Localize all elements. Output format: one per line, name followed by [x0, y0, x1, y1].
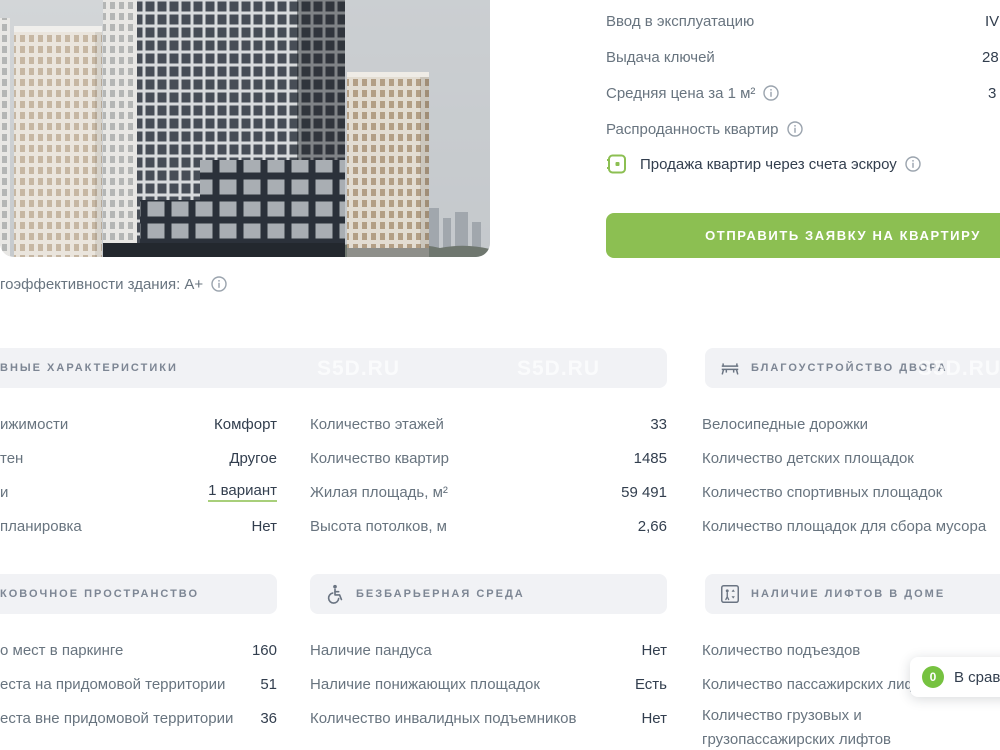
detail-row-commissioning: Ввод в эксплуатацию IV: [606, 10, 1000, 32]
building-page: Ввод в эксплуатацию IV Выдача ключей 28 …: [0, 0, 1000, 750]
row-label: Количество грузовых и грузопассажирских …: [702, 707, 891, 748]
row-label: Количество этажей: [310, 416, 444, 433]
row-label: и: [0, 484, 8, 501]
row-label: Количество инвалидных подъемников: [310, 710, 576, 727]
section-barrier-free: БЕЗБАРЬЕРНАЯ СРЕДА: [310, 574, 667, 614]
row-label: Велосипедные дорожки: [702, 416, 868, 433]
finish-variants-link[interactable]: 1 вариант: [208, 482, 277, 502]
section-title: НАЛИЧИЕ ЛИФТОВ В ДОМЕ: [751, 588, 945, 600]
table-row: Велосипедные дорожки: [702, 414, 1000, 434]
detail-label: Средняя цена за 1 м²: [606, 85, 755, 102]
row-value: Нет: [641, 642, 667, 659]
row-label: Жилая площадь, м²: [310, 484, 448, 501]
row-label: Наличие пандуса: [310, 642, 432, 659]
row-label: Высота потолков, м: [310, 518, 447, 535]
row-label: Количество детских площадок: [702, 450, 914, 467]
table-row: Количество детских площадок: [702, 448, 1000, 468]
table-row: ижимости Комфорт: [0, 414, 277, 434]
row-label: еста на придомовой территории: [0, 676, 225, 693]
section-title: БЕЗБАРЬЕРНАЯ СРЕДА: [356, 588, 525, 600]
section-elevators: НАЛИЧИЕ ЛИФТОВ В ДОМЕ: [705, 574, 1000, 614]
escrow-safe-icon: [606, 153, 628, 175]
detail-label: Распроданность квартир: [606, 121, 779, 138]
table-row: Количество грузовых и грузопассажирских …: [702, 704, 962, 750]
table-row: еста вне придомовой территории 36: [0, 708, 277, 728]
row-value: 51: [260, 676, 277, 693]
table-row: о мест в паркинге 160: [0, 640, 277, 660]
row-label: еста вне придомовой территории: [0, 710, 233, 727]
row-label: Количество подъездов: [702, 642, 860, 659]
info-icon[interactable]: [787, 121, 803, 137]
row-label: Количество площадок для сбора мусора: [702, 518, 986, 535]
row-label: Количество пассажирских лифтов: [702, 676, 940, 693]
detail-row-sold-out: Распроданность квартир: [606, 118, 1000, 140]
escrow-label: Продажа квартир через счета эскроу: [640, 156, 897, 173]
escrow-row: Продажа квартир через счета эскроу: [606, 152, 1000, 176]
section-main-characteristics: ВНЫЕ ХАРАКТЕРИСТИКИ: [0, 348, 667, 388]
row-value: 33: [650, 416, 667, 433]
section-title: БЛАГОУСТРОЙСТВО ДВОРА: [751, 362, 948, 374]
info-icon[interactable]: [763, 85, 779, 101]
compare-badge[interactable]: 0 В сравнении: [910, 657, 1000, 697]
info-icon[interactable]: [905, 156, 921, 172]
row-label: Количество спортивных площадок: [702, 484, 942, 501]
energy-efficiency-text: гоэффективности здания: А+: [0, 276, 203, 293]
detail-value: IV: [985, 13, 999, 30]
detail-label: Выдача ключей: [606, 49, 715, 66]
detail-value: 3: [988, 85, 996, 102]
wheelchair-icon: [324, 583, 346, 605]
table-row: Наличие пандуса Нет: [310, 640, 667, 660]
detail-row-keys: Выдача ключей 28: [606, 46, 1000, 68]
table-row: Количество спортивных площадок: [702, 482, 1000, 502]
elevator-icon: [719, 583, 741, 605]
compare-count: 0: [922, 666, 944, 688]
row-label: тен: [0, 450, 23, 467]
table-row: Наличие понижающих площадок Есть: [310, 674, 667, 694]
detail-row-avg-price: Средняя цена за 1 м² 3: [606, 82, 1000, 104]
row-label: Наличие понижающих площадок: [310, 676, 540, 693]
energy-efficiency-line: гоэффективности здания: А+: [0, 274, 227, 294]
row-label: ижимости: [0, 416, 68, 433]
bench-icon: [719, 357, 741, 379]
table-row: Высота потолков, м 2,66: [310, 516, 667, 536]
row-value: Есть: [635, 676, 667, 693]
send-application-label: ОТПРАВИТЬ ЗАЯВКУ НА КВАРТИРУ: [705, 228, 981, 243]
row-value: Другое: [229, 450, 277, 467]
row-value: 160: [252, 642, 277, 659]
row-value: 59 491: [621, 484, 667, 501]
row-value: Нет: [641, 710, 667, 727]
table-row: Количество этажей 33: [310, 414, 667, 434]
row-label: о мест в паркинге: [0, 642, 123, 659]
send-application-button[interactable]: ОТПРАВИТЬ ЗАЯВКУ НА КВАРТИРУ: [606, 213, 1000, 258]
section-title: КОВОЧНОЕ ПРОСТРАНСТВО: [0, 588, 199, 600]
compare-label: В сравнении: [954, 669, 1000, 686]
section-title: ВНЫЕ ХАРАКТЕРИСТИКИ: [0, 362, 178, 374]
table-row: Жилая площадь, м² 59 491: [310, 482, 667, 502]
table-row: планировка Нет: [0, 516, 277, 536]
row-value: 36: [260, 710, 277, 727]
table-row: Количество площадок для сбора мусора: [702, 516, 1000, 536]
table-row: тен Другое: [0, 448, 277, 468]
table-row: еста на придомовой территории 51: [0, 674, 277, 694]
row-label: Количество квартир: [310, 450, 449, 467]
building-render-image: [0, 0, 490, 257]
section-yard-improvement: БЛАГОУСТРОЙСТВО ДВОРА: [705, 348, 1000, 388]
row-value: 1485: [634, 450, 667, 467]
table-row: Количество инвалидных подъемников Нет: [310, 708, 667, 728]
row-value: Нет: [251, 518, 277, 535]
table-row: Количество квартир 1485: [310, 448, 667, 468]
info-icon[interactable]: [211, 276, 227, 292]
row-value: 2,66: [638, 518, 667, 535]
table-row: и 1 вариант: [0, 482, 277, 502]
detail-label: Ввод в эксплуатацию: [606, 13, 754, 30]
section-parking-space: КОВОЧНОЕ ПРОСТРАНСТВО: [0, 574, 277, 614]
row-value: Комфорт: [214, 416, 277, 433]
detail-value: 28: [982, 49, 999, 66]
row-label: планировка: [0, 518, 82, 535]
building-photo[interactable]: [0, 0, 490, 257]
